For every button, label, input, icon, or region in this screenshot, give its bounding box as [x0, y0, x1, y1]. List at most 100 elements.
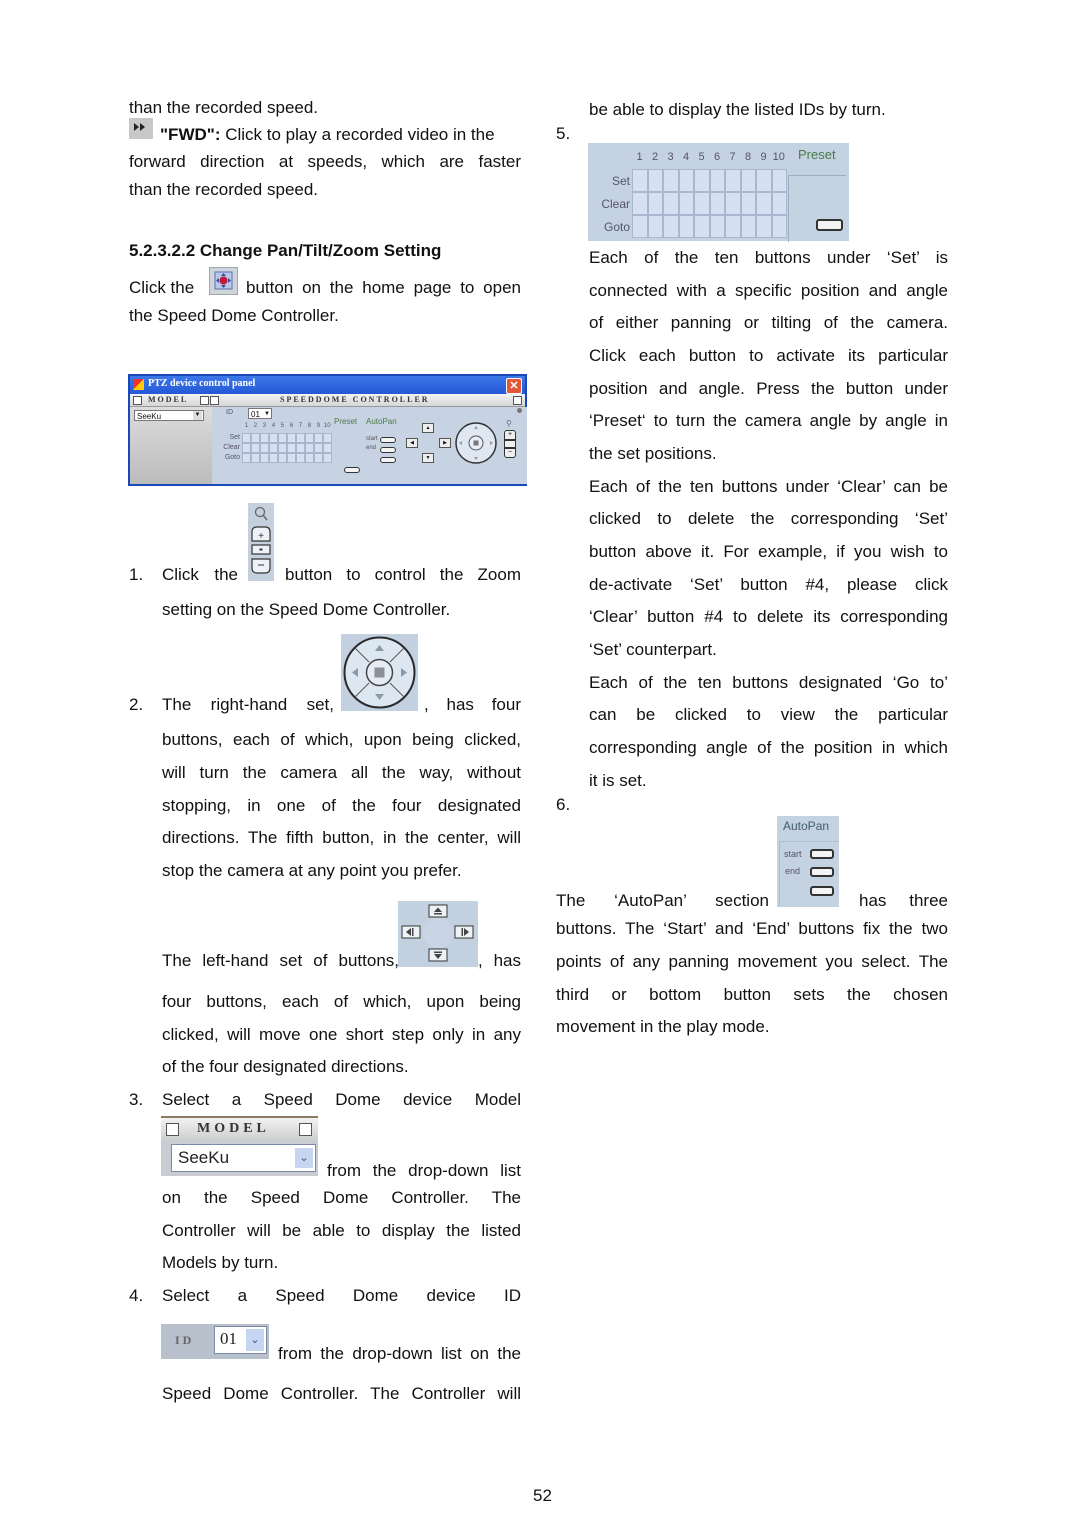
clear-button-3[interactable]: [260, 443, 269, 453]
pan-tilt-joystick[interactable]: [454, 421, 498, 465]
set-button-9[interactable]: [756, 169, 772, 192]
goto-button-3[interactable]: [663, 215, 679, 238]
clear-button-2[interactable]: [251, 443, 260, 453]
id-label: ID: [226, 409, 233, 416]
goto-button-1[interactable]: [632, 215, 648, 238]
clear-button-6[interactable]: [709, 192, 725, 215]
clear-button-9[interactable]: [756, 192, 772, 215]
clear-button-7[interactable]: [296, 443, 305, 453]
clear-button-2[interactable]: [647, 192, 663, 215]
set-button-4[interactable]: [678, 169, 694, 192]
id-dropdown[interactable]: 01 ▼: [248, 408, 272, 419]
autopan-end-button[interactable]: [380, 447, 396, 453]
goto-button-8[interactable]: [305, 453, 314, 463]
fwd-text: Click to play a recorded video in the: [220, 125, 495, 144]
model-dropdown[interactable]: SeeKu ▼: [134, 410, 204, 421]
clear-button-9[interactable]: [314, 443, 323, 453]
autopan-play-button[interactable]: [810, 886, 834, 896]
clear-button-8[interactable]: [305, 443, 314, 453]
set-button-2[interactable]: [251, 433, 260, 443]
set-button-3[interactable]: [663, 169, 679, 192]
preset-number: 1: [636, 151, 643, 163]
text-line: from the drop-down list: [327, 1161, 521, 1180]
clear-button-10[interactable]: [323, 443, 332, 453]
preset-number: 1: [244, 423, 249, 429]
row-label-goto: Goto: [224, 454, 240, 462]
set-button-10[interactable]: [323, 433, 332, 443]
goto-button-2[interactable]: [251, 453, 260, 463]
clear-button-10[interactable]: [771, 192, 787, 215]
goto-button-8[interactable]: [740, 215, 756, 238]
set-button-7[interactable]: [296, 433, 305, 443]
title-bar: PTZ device control panel ✕: [130, 376, 525, 394]
goto-button-9[interactable]: [756, 215, 772, 238]
goto-button-6[interactable]: [287, 453, 296, 463]
id-dropdown[interactable]: 01 ⌄: [214, 1326, 267, 1354]
set-button-1[interactable]: [632, 169, 648, 192]
set-button-6[interactable]: [709, 169, 725, 192]
set-button-9[interactable]: [314, 433, 323, 443]
set-button-5[interactable]: [694, 169, 710, 192]
clear-button-4[interactable]: [678, 192, 694, 215]
text-line: Each of the ten buttons under ‘Set’ is: [589, 248, 948, 267]
text-line: The left-hand set of buttons,: [162, 951, 399, 970]
step-left-button[interactable]: ◀: [406, 438, 418, 448]
goto-button-4[interactable]: [678, 215, 694, 238]
set-button-7[interactable]: [725, 169, 741, 192]
set-button-8[interactable]: [305, 433, 314, 443]
zoom-in-button[interactable]: +: [504, 430, 516, 440]
text-line: , has: [478, 951, 521, 970]
clear-button-7[interactable]: [725, 192, 741, 215]
close-button[interactable]: ✕: [506, 378, 522, 394]
text-line: The right-hand set,: [162, 695, 334, 714]
step-down-button[interactable]: ▼: [422, 453, 434, 463]
autopan-play-button[interactable]: [380, 457, 396, 463]
text-line: from the drop-down list on the: [278, 1344, 521, 1363]
preset-button[interactable]: [344, 467, 360, 473]
goto-button-7[interactable]: [296, 453, 305, 463]
zoom-out-button[interactable]: −: [504, 448, 516, 458]
goto-button-7[interactable]: [725, 215, 741, 238]
text-line: forward direction at speeds, which are f…: [129, 152, 521, 171]
goto-button-1[interactable]: [242, 453, 251, 463]
set-button-1[interactable]: [242, 433, 251, 443]
clear-button-5[interactable]: [278, 443, 287, 453]
goto-button-10[interactable]: [323, 453, 332, 463]
text-line: setting on the Speed Dome Controller.: [162, 600, 451, 619]
set-button-3[interactable]: [260, 433, 269, 443]
clear-button-8[interactable]: [740, 192, 756, 215]
clear-button-4[interactable]: [269, 443, 278, 453]
goto-button-5[interactable]: [278, 453, 287, 463]
goto-button-2[interactable]: [647, 215, 663, 238]
autopan-start-button[interactable]: [810, 849, 834, 859]
set-button-6[interactable]: [287, 433, 296, 443]
goto-button-10[interactable]: [771, 215, 787, 238]
row-label-set: Set: [229, 434, 240, 442]
clear-button-1[interactable]: [632, 192, 648, 215]
clear-button-3[interactable]: [663, 192, 679, 215]
set-button-5[interactable]: [278, 433, 287, 443]
set-button-10[interactable]: [771, 169, 787, 192]
clear-button-1[interactable]: [242, 443, 251, 453]
preset-number: 8: [307, 423, 312, 429]
preset-button[interactable]: [816, 219, 843, 231]
set-button-8[interactable]: [740, 169, 756, 192]
text-line: The ‘AutoPan’ section: [556, 891, 769, 910]
goto-button-4[interactable]: [269, 453, 278, 463]
clear-button-6[interactable]: [287, 443, 296, 453]
set-button-2[interactable]: [647, 169, 663, 192]
autopan-start-button[interactable]: [380, 437, 396, 443]
step-right-button[interactable]: ▶: [439, 438, 451, 448]
goto-button-9[interactable]: [314, 453, 323, 463]
goto-button-3[interactable]: [260, 453, 269, 463]
model-dropdown[interactable]: SeeKu ⌄: [171, 1144, 316, 1172]
step-up-button[interactable]: ▲: [422, 423, 434, 433]
goto-button-6[interactable]: [709, 215, 725, 238]
set-button-4[interactable]: [269, 433, 278, 443]
clear-button-5[interactable]: [694, 192, 710, 215]
text-line: corresponding angle of the position in w…: [589, 738, 948, 757]
zoom-stop-button[interactable]: [504, 440, 516, 448]
text-line: ‘Set’ counterpart.: [589, 640, 717, 659]
autopan-end-button[interactable]: [810, 867, 834, 877]
goto-button-5[interactable]: [694, 215, 710, 238]
